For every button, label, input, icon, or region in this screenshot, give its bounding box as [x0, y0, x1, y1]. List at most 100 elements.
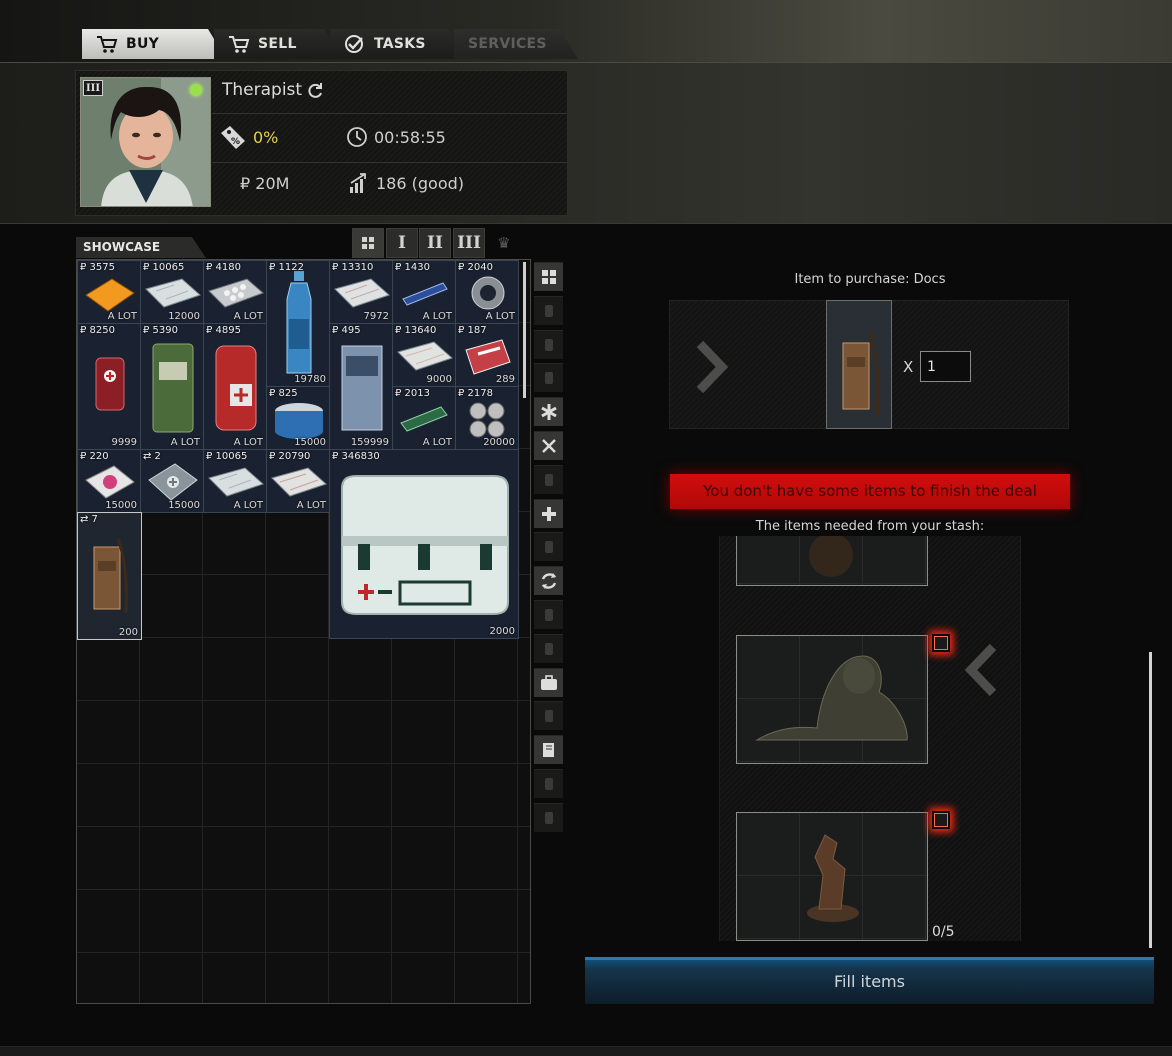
item-price: ₽ 13310: [332, 262, 374, 273]
item-cell-selected[interactable]: ⇄ 7 200: [77, 512, 142, 640]
item-cell[interactable]: ₽ 495 159999: [329, 323, 393, 450]
tab-services-label: SERVICES: [468, 36, 547, 52]
horse-statue-icon: [807, 834, 859, 922]
ration-pack-icon: [341, 345, 383, 431]
tab-buy-label: BUY: [126, 36, 160, 52]
fill-items-button[interactable]: Fill items: [585, 957, 1154, 1004]
item-cell[interactable]: ₽ 5390 A LOT: [140, 323, 204, 450]
injector-icon: [402, 282, 448, 306]
showcase-grid: ₽ 3575 A LOT ₽ 10065 12000 ₽ 4180 A LOT …: [76, 259, 531, 1004]
item-stock: 15000: [168, 500, 200, 511]
trader-name: Therapist: [222, 80, 303, 100]
category-grenade-button[interactable]: [534, 532, 563, 562]
category-rifle-button[interactable]: [534, 295, 563, 325]
category-backpack-button[interactable]: [534, 633, 563, 663]
needed-items-count: 0/5: [932, 924, 955, 940]
item-cell[interactable]: ₽ 2040 A LOT: [455, 260, 519, 324]
green-syringe-icon: [400, 406, 448, 432]
needed-items-scrollbar[interactable]: [1149, 652, 1152, 948]
item-stock: A LOT: [422, 437, 452, 448]
category-book-button[interactable]: [534, 735, 563, 765]
tab-sell[interactable]: SELL: [214, 29, 342, 59]
armor-icon: [544, 710, 553, 723]
item-stock: 15000: [294, 437, 326, 448]
key-icon: [544, 778, 553, 790]
item-price: ₽ 187: [458, 325, 487, 336]
item-cell[interactable]: ₽ 1122 19780: [266, 260, 330, 387]
required-item-slot[interactable]: [736, 635, 928, 764]
purchase-item-slot[interactable]: [826, 300, 892, 429]
chevron-left-icon[interactable]: [963, 643, 999, 697]
info-icon: [544, 811, 553, 824]
item-stock: A LOT: [485, 311, 515, 322]
needed-items-label: The items needed from your stash:: [755, 519, 985, 534]
chevron-right-icon[interactable]: [694, 340, 730, 394]
item-cell[interactable]: ₽ 20790 A LOT: [266, 449, 330, 513]
required-item-slot[interactable]: [736, 536, 928, 586]
filter-all-levels-button[interactable]: [352, 228, 384, 258]
item-cell[interactable]: ₽ 10065 A LOT: [203, 449, 267, 513]
category-grid-button[interactable]: [534, 262, 563, 291]
item-stock: A LOT: [233, 500, 263, 511]
filter-level-1-button[interactable]: I: [386, 228, 418, 258]
item-stock: A LOT: [170, 437, 200, 448]
map-icon: [145, 278, 201, 308]
category-barter-button[interactable]: [534, 566, 563, 596]
item-cell[interactable]: ₽ 13310 7972: [329, 260, 393, 324]
filter-level-2-button[interactable]: II: [419, 228, 451, 258]
item-price: ₽ 1122: [269, 262, 304, 273]
magazine-icon: [544, 338, 553, 351]
trader-portrait[interactable]: [80, 77, 211, 207]
pill-blister-icon: [208, 278, 264, 308]
tab-buy[interactable]: BUY: [82, 29, 226, 59]
lion-statue-icon: [755, 655, 908, 741]
category-fork-knife-button[interactable]: [534, 431, 563, 460]
showcase-scrollbar[interactable]: [523, 262, 526, 398]
item-cell[interactable]: ₽ 10065 12000: [140, 260, 204, 324]
category-key-button[interactable]: [534, 769, 563, 798]
army-bandage-icon: [152, 343, 194, 433]
item-cell[interactable]: ₽ 220 15000: [77, 449, 141, 513]
cart-icon: [228, 34, 250, 54]
grid-icon: [541, 270, 556, 284]
clock-icon: [347, 127, 367, 147]
required-item-slot[interactable]: [736, 812, 928, 941]
category-vest-button[interactable]: [534, 600, 563, 629]
filter-level-3-button[interactable]: III: [453, 228, 485, 258]
item-cell[interactable]: ₽ 2013 A LOT: [392, 386, 456, 450]
required-item-checkbox[interactable]: [932, 634, 950, 652]
item-cell[interactable]: ₽ 187 289: [455, 323, 519, 387]
item-cell[interactable]: ₽ 3575 A LOT: [77, 260, 141, 324]
required-item-checkbox[interactable]: [932, 811, 950, 829]
category-plus-button[interactable]: [534, 498, 563, 528]
category-knife-button[interactable]: [534, 464, 563, 494]
category-briefcase-button[interactable]: [534, 667, 563, 697]
category-ammo-button[interactable]: [534, 363, 563, 393]
category-medical-cross-button[interactable]: [534, 397, 563, 427]
item-cell[interactable]: ₽ 1430 A LOT: [392, 260, 456, 324]
item-cell[interactable]: ₽ 8250 9999: [77, 323, 141, 450]
item-cell[interactable]: ⇄ 2 15000: [140, 449, 204, 513]
item-cell[interactable]: ₽ 2178 20000: [455, 386, 519, 450]
item-cell[interactable]: ₽ 346830 2000: [329, 449, 519, 639]
grey-medkit-icon: [148, 463, 198, 501]
item-stock: A LOT: [296, 500, 326, 511]
category-magazine-button[interactable]: [534, 329, 563, 359]
medical-case-icon: [341, 475, 509, 615]
barter-icon: [541, 573, 556, 590]
red-medkit-icon: [95, 357, 125, 411]
cart-icon: [96, 34, 118, 54]
category-info-button[interactable]: [534, 802, 563, 832]
tab-tasks[interactable]: TASKS: [330, 29, 466, 59]
quantity-input[interactable]: [920, 351, 971, 382]
item-cell[interactable]: ₽ 4895 A LOT: [203, 323, 267, 450]
refresh-icon[interactable]: [306, 82, 324, 100]
grid-icon: [362, 237, 374, 249]
item-price: ₽ 220: [80, 451, 109, 462]
tab-services[interactable]: SERVICES: [454, 29, 578, 59]
category-armor-button[interactable]: [534, 701, 563, 731]
item-cell[interactable]: ₽ 825 15000: [266, 386, 330, 450]
item-cell[interactable]: ₽ 13640 9000: [392, 323, 456, 387]
tape-roll-icon: [471, 276, 505, 310]
item-cell[interactable]: ₽ 4180 A LOT: [203, 260, 267, 324]
